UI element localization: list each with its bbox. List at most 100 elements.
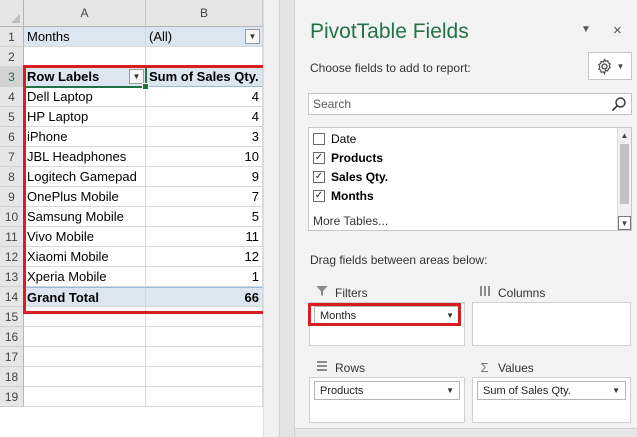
values-label-text: Values	[498, 360, 534, 375]
more-tables-link[interactable]: More Tables...	[313, 214, 388, 228]
row-header[interactable]: 2	[0, 47, 24, 67]
pane-splitter[interactable]	[279, 0, 295, 437]
field-months[interactable]: ✓ Months	[313, 187, 374, 205]
row-header[interactable]: 9	[0, 187, 24, 207]
row-header[interactable]: 12	[0, 247, 24, 267]
field-checkbox[interactable]: ✓	[313, 171, 325, 183]
values-field-sum-sales-qty[interactable]: Sum of Sales Qty. ▼	[477, 381, 626, 400]
row-header[interactable]: 16	[0, 327, 24, 347]
report-filter-dropdown-button[interactable]: ▼	[245, 29, 260, 44]
empty-cell[interactable]	[24, 307, 146, 327]
values-drop-area[interactable]: Sum of Sales Qty. ▼	[472, 377, 631, 423]
row-header[interactable]: 14	[0, 287, 24, 307]
values-field-label: Sum of Sales Qty.	[483, 384, 571, 397]
scroll-thumb[interactable]	[620, 144, 629, 204]
empty-cell[interactable]	[24, 387, 146, 407]
pivot-row-label[interactable]: JBL Headphones	[24, 147, 146, 167]
rows-field-products[interactable]: Products ▼	[314, 381, 460, 400]
row-header[interactable]: 15	[0, 307, 24, 327]
row-header[interactable]: 8	[0, 167, 24, 187]
field-search-box[interactable]	[308, 93, 632, 115]
empty-cell[interactable]	[24, 347, 146, 367]
pivot-row-label[interactable]: OnePlus Mobile	[24, 187, 146, 207]
empty-cell[interactable]	[146, 307, 263, 327]
empty-cell[interactable]	[146, 367, 263, 387]
pivot-row-value[interactable]: 5	[146, 207, 263, 227]
empty-cell[interactable]	[146, 327, 263, 347]
chevron-down-icon[interactable]: ▼	[446, 311, 454, 320]
spreadsheet[interactable]: A B 1 2 3 4 5 6 7 8 9 10 11 12 13 14 15 16 17 18 19 Months…	[0, 0, 279, 437]
empty-cell[interactable]	[146, 47, 263, 67]
tools-button[interactable]: ▼	[588, 52, 632, 80]
empty-cell[interactable]	[146, 387, 263, 407]
pivot-row-label[interactable]: iPhone	[24, 127, 146, 147]
row-header[interactable]: 1	[0, 27, 24, 47]
drag-fields-hint: Drag fields between areas below:	[310, 253, 488, 267]
scroll-down-icon[interactable]: ▼	[618, 216, 631, 230]
chevron-down-icon[interactable]: ▼	[446, 386, 454, 395]
pivot-row-label[interactable]: Xperia Mobile	[24, 267, 146, 287]
field-label: Date	[331, 132, 357, 146]
row-header[interactable]: 11	[0, 227, 24, 247]
field-checkbox[interactable]	[313, 133, 325, 145]
pivot-row-label[interactable]: Xiaomi Mobile	[24, 247, 146, 267]
grand-total-label[interactable]: Grand Total	[24, 287, 146, 307]
sum-sales-qty-header[interactable]: Sum of Sales Qty.	[146, 67, 263, 87]
pivot-row-value[interactable]: 11	[146, 227, 263, 247]
row-header[interactable]: 18	[0, 367, 24, 387]
select-all-corner[interactable]	[0, 0, 24, 27]
field-list-scrollbar[interactable]: ▲ ▼	[617, 128, 631, 230]
search-icon[interactable]	[611, 96, 627, 112]
field-products[interactable]: ✓ Products	[313, 149, 383, 167]
pivot-row-label[interactable]: HP Laptop	[24, 107, 146, 127]
field-search-input[interactable]	[309, 94, 599, 114]
filter-icon	[315, 285, 328, 300]
field-checkbox[interactable]: ✓	[313, 190, 325, 202]
pivot-row-value[interactable]: 3	[146, 127, 263, 147]
row-labels-header[interactable]: Row Labels	[24, 67, 146, 87]
field-sales-qty[interactable]: ✓ Sales Qty.	[313, 168, 388, 186]
empty-cell[interactable]	[24, 327, 146, 347]
empty-cell[interactable]	[24, 367, 146, 387]
pivot-row-value[interactable]: 9	[146, 167, 263, 187]
row-header[interactable]: 6	[0, 127, 24, 147]
filters-field-months[interactable]: Months ▼	[314, 306, 460, 325]
pivot-row-value[interactable]: 12	[146, 247, 263, 267]
pivot-row-value[interactable]: 4	[146, 87, 263, 107]
row-header[interactable]: 19	[0, 387, 24, 407]
pivot-row-label[interactable]: Logitech Gamepad	[24, 167, 146, 187]
rows-drop-area[interactable]: Products ▼	[309, 377, 465, 423]
row-header[interactable]: 5	[0, 107, 24, 127]
row-header[interactable]: 3	[0, 67, 24, 87]
field-date[interactable]: Date	[313, 130, 356, 148]
row-header[interactable]: 13	[0, 267, 24, 287]
rows-area-label: Rows	[315, 360, 365, 375]
empty-cell[interactable]	[24, 47, 146, 67]
column-header-a[interactable]: A	[24, 0, 146, 27]
pivot-row-label[interactable]: Dell Laptop	[24, 87, 146, 107]
pivot-row-value[interactable]: 10	[146, 147, 263, 167]
pivot-row-label[interactable]: Vivo Mobile	[24, 227, 146, 247]
scroll-up-icon[interactable]: ▲	[618, 128, 631, 142]
report-filter-value: (All)	[149, 29, 173, 44]
row-header[interactable]: 7	[0, 147, 24, 167]
field-list: Date ✓ Products ✓ Sales Qty. ✓ Months More Tab…	[308, 127, 632, 231]
columns-drop-area[interactable]	[472, 302, 631, 346]
filters-drop-area[interactable]: Months ▼	[309, 302, 465, 346]
pivot-row-value[interactable]: 7	[146, 187, 263, 207]
close-icon[interactable]: ×	[613, 22, 622, 39]
empty-cell[interactable]	[146, 347, 263, 367]
row-labels-filter-button[interactable]: ▼	[129, 69, 144, 84]
row-header[interactable]: 17	[0, 347, 24, 367]
column-header-b[interactable]: B	[146, 0, 263, 27]
pivot-row-value[interactable]: 1	[146, 267, 263, 287]
pivot-row-label[interactable]: Samsung Mobile	[24, 207, 146, 227]
row-header[interactable]: 10	[0, 207, 24, 227]
panel-menu-icon[interactable]: ▼	[581, 24, 591, 35]
row-header[interactable]: 4	[0, 87, 24, 107]
pivot-row-value[interactable]: 4	[146, 107, 263, 127]
chevron-down-icon[interactable]: ▼	[612, 386, 620, 395]
field-checkbox[interactable]: ✓	[313, 152, 325, 164]
sheet-vertical-scrollbar[interactable]	[263, 0, 279, 437]
grand-total-value[interactable]: 66	[146, 287, 263, 307]
